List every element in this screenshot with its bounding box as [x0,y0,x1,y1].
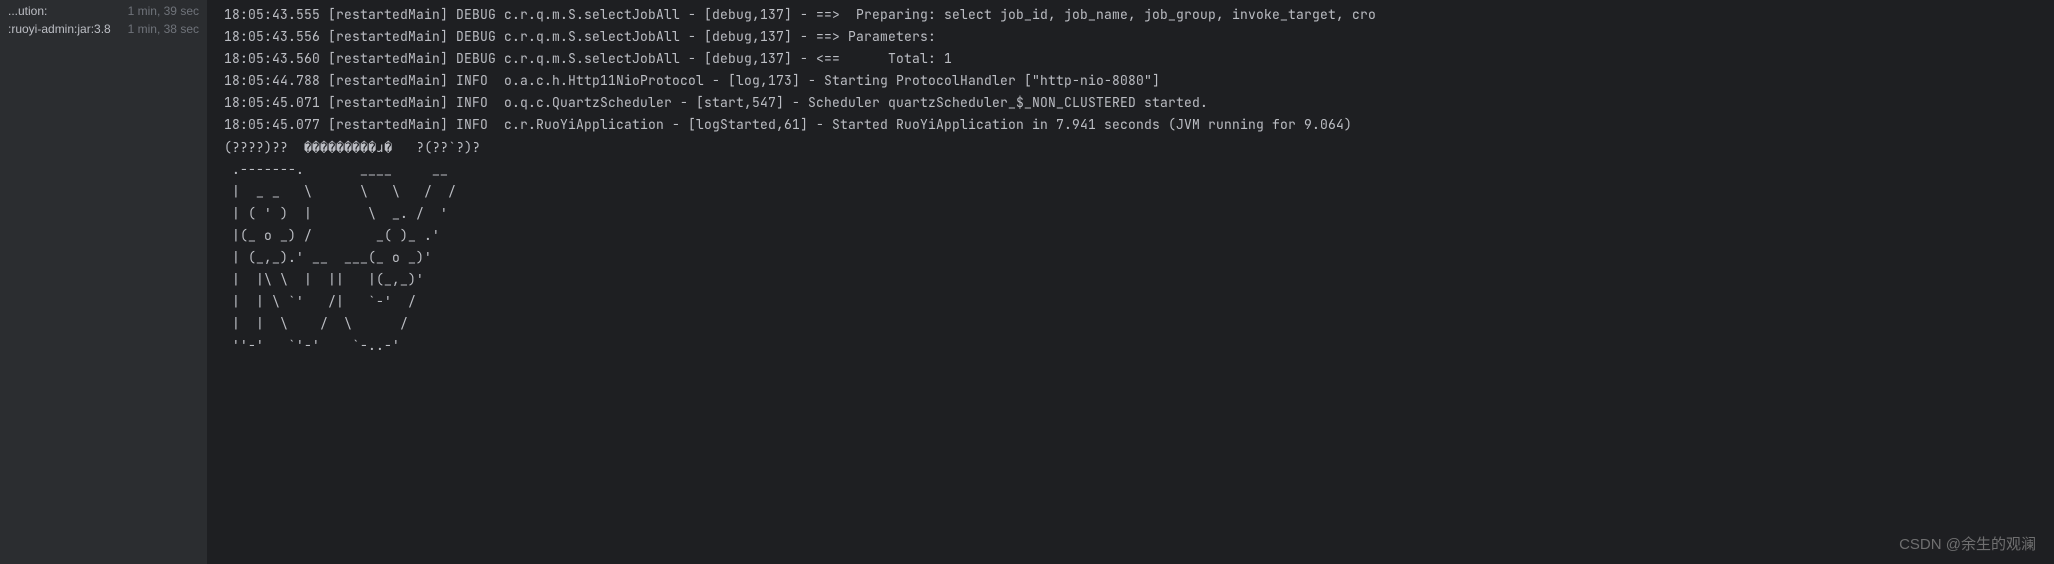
sidebar-item-label: ...ution: [8,4,47,18]
sidebar-item[interactable]: :ruoyi-admin:jar:3.8 1 min, 38 sec [0,20,207,38]
run-sidebar: ...ution: 1 min, 39 sec :ruoyi-admin:jar… [0,0,208,564]
console-output[interactable]: 18:05:43.555 [restartedMain] DEBUG c.r.q… [208,0,2054,564]
log-line: (????)?? ���������ɹ� ?(??`?)? [224,137,2046,159]
sidebar-item-time: 1 min, 38 sec [128,22,199,36]
log-line: 18:05:45.077 [restartedMain] INFO c.r.Ru… [224,114,2046,136]
log-line: 18:05:44.788 [restartedMain] INFO o.a.c.… [224,70,2046,92]
ascii-art-banner: .-------. ____ __ | _ _ \ \ \ / / | ( ' … [224,159,2046,358]
sidebar-item[interactable]: ...ution: 1 min, 39 sec [0,2,207,20]
log-line: 18:05:43.556 [restartedMain] DEBUG c.r.q… [224,26,2046,48]
log-line: 18:05:43.555 [restartedMain] DEBUG c.r.q… [224,4,2046,26]
log-line: 18:05:45.071 [restartedMain] INFO o.q.c.… [224,92,2046,114]
watermark: CSDN @余生的观澜 [1899,533,2036,554]
sidebar-item-label: :ruoyi-admin:jar:3.8 [8,22,111,36]
log-line: 18:05:43.560 [restartedMain] DEBUG c.r.q… [224,48,2046,70]
sidebar-item-time: 1 min, 39 sec [128,4,199,18]
